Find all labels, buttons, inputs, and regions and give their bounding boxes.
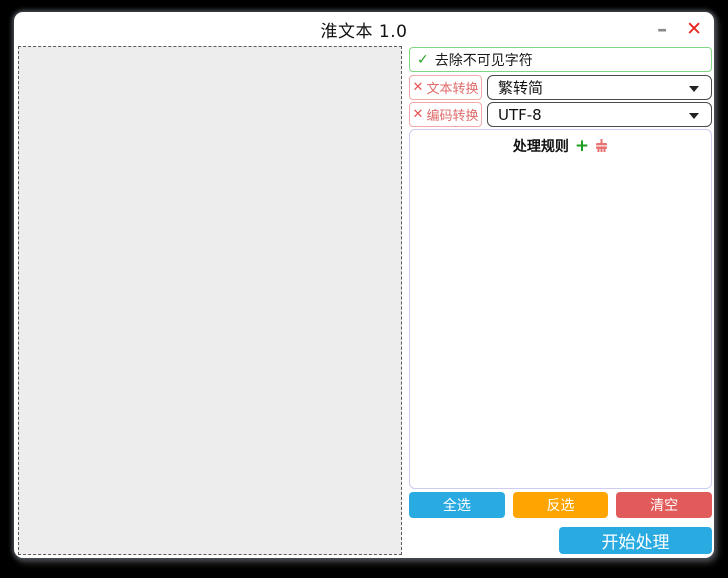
minimize-button[interactable]: – [654,19,670,39]
start-processing-button[interactable]: 开始处理 [559,527,712,554]
window-title: 淮文本 1.0 [321,17,408,42]
rules-title: 处理规则 [513,136,569,156]
rules-header: 处理规则 + [410,130,711,156]
chevron-down-icon [689,113,699,119]
check-icon: ✓ [417,52,429,68]
x-icon: ✕ [413,80,424,95]
brush-icon[interactable] [595,139,608,153]
text-convert-dropdown[interactable]: 繁转简 [487,75,712,100]
encoding-convert-dropdown[interactable]: UTF-8 [487,102,712,127]
toggle-encoding-convert[interactable]: ✕ 编码转换 [409,102,482,127]
chevron-down-icon [689,86,699,92]
file-drop-zone[interactable] [18,46,402,555]
add-rule-button[interactable]: + [575,139,589,153]
text-convert-label: 文本转换 [426,78,478,97]
settings-panel: ✓ 去除不可见字符 ✕ 文本转换 繁转简 ✕ 编码转换 UTF-8 [409,47,712,555]
close-button[interactable]: ✕ [684,19,704,39]
toggle-text-convert[interactable]: ✕ 文本转换 [409,75,482,100]
encoding-selected-value: UTF-8 [498,106,542,124]
x-icon: ✕ [413,107,424,122]
clear-button[interactable]: 清空 [616,492,712,518]
option-remove-invisible-chars[interactable]: ✓ 去除不可见字符 [409,47,712,72]
select-all-button[interactable]: 全选 [409,492,505,518]
window-controls: – ✕ [654,12,704,46]
invert-selection-button[interactable]: 反选 [513,492,609,518]
app-window: 淮文本 1.0 – ✕ ✓ 去除不可见字符 ✕ 文本转换 繁转简 [14,12,714,558]
titlebar[interactable]: 淮文本 1.0 – ✕ [14,12,714,46]
rules-list-box: 处理规则 + [409,129,712,489]
option-remove-invisible-label: 去除不可见字符 [435,50,533,70]
encoding-convert-label: 编码转换 [426,105,478,124]
text-convert-selected-value: 繁转简 [498,77,543,98]
